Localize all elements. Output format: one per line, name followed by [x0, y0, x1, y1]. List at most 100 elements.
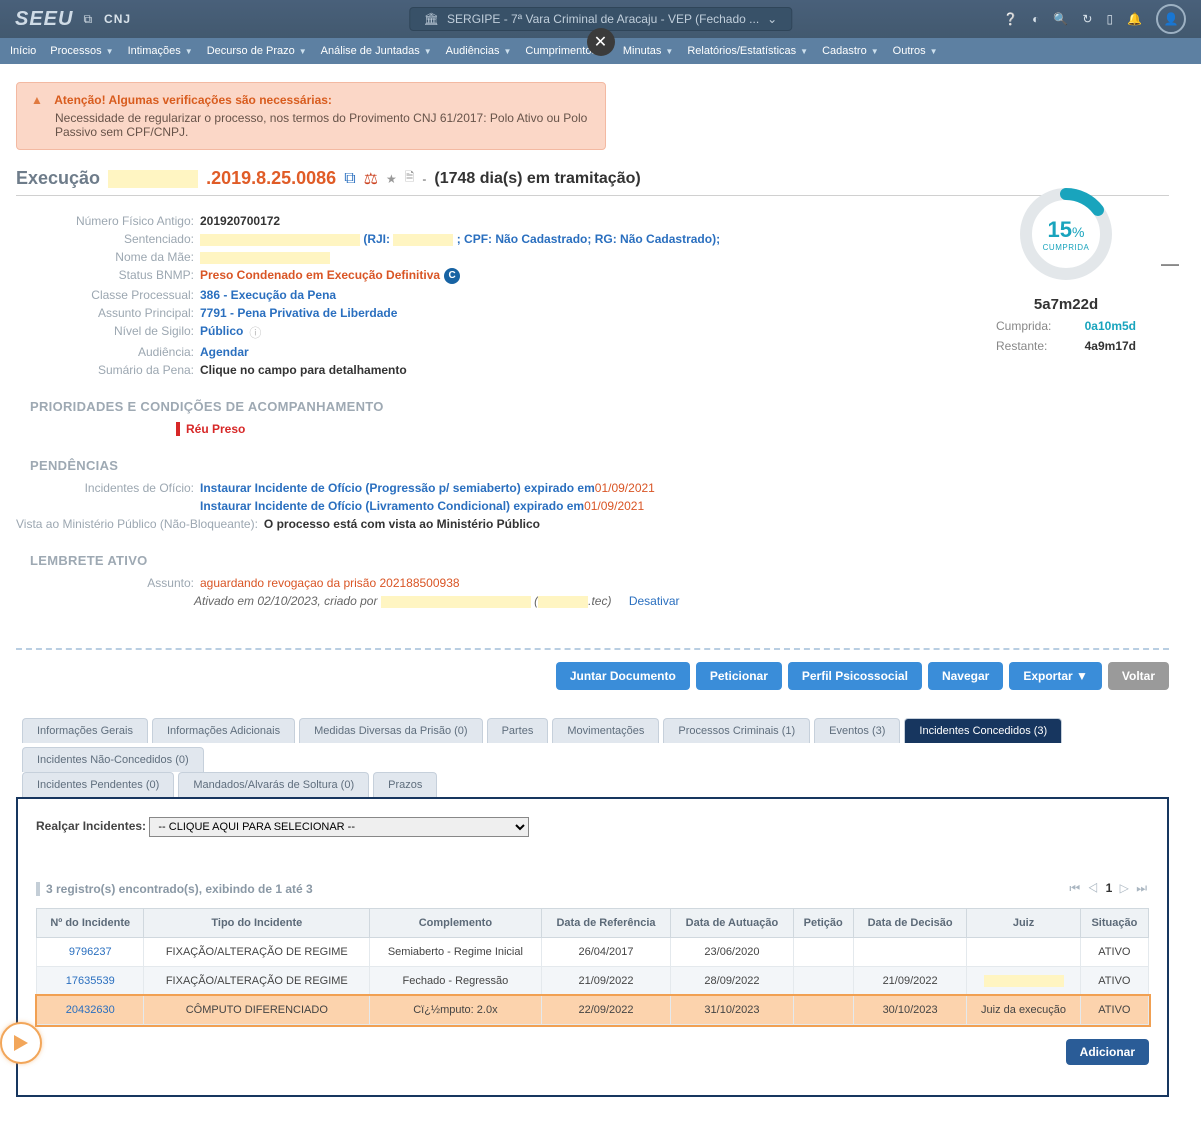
- tab-eventos[interactable]: Eventos (3): [814, 718, 900, 743]
- lbl-audiencia: Audiência:: [16, 345, 194, 359]
- actions-bar: Juntar Documento Peticionar Perfil Psico…: [16, 648, 1169, 690]
- gauge-cumprida-label: Cumprida:: [996, 319, 1051, 333]
- tab-info-gerais[interactable]: Informações Gerais: [22, 718, 148, 743]
- val-assunto[interactable]: 7791 - Pena Privativa de Liberdade: [200, 306, 397, 320]
- menu-cadastro[interactable]: Cadastro▼: [822, 45, 879, 57]
- menu-processos[interactable]: Processos▼: [50, 45, 113, 57]
- menu-minutas[interactable]: Minutas▼: [623, 45, 673, 57]
- menu-intimacoes[interactable]: Intimações▼: [128, 45, 193, 57]
- pager-last[interactable]: ▷ ⏭: [1120, 881, 1149, 895]
- incidentes-panel: Realçar Incidentes: -- CLIQUE AQUI PARA …: [16, 797, 1169, 1097]
- tab-partes[interactable]: Partes: [487, 718, 549, 743]
- alert-title: Atenção! Algumas verificações são necess…: [54, 93, 332, 107]
- tab-incidentes-concedidos[interactable]: Incidentes Concedidos (3): [904, 718, 1062, 743]
- info-icon[interactable]: ⓘ: [249, 324, 261, 341]
- bookmark-icon[interactable]: ▯: [1106, 12, 1113, 26]
- column-header[interactable]: Nº do Incidente: [37, 909, 144, 938]
- column-header[interactable]: Juiz: [967, 909, 1080, 938]
- table-row[interactable]: 17635539FIXAÇÃO/ALTERAÇÃO DE REGIMEFecha…: [37, 967, 1149, 996]
- history-icon[interactable]: ↻: [1082, 12, 1092, 26]
- table-cell: 26/04/2017: [541, 938, 671, 967]
- table-row[interactable]: 20432630CÔMPUTO DIFERENCIADOCï¿½mputo: 2…: [37, 996, 1149, 1025]
- user-icon: 👤: [1164, 12, 1179, 26]
- column-header[interactable]: Data de Referência: [541, 909, 671, 938]
- tab-mandados-alvaras[interactable]: Mandados/Alvarás de Soltura (0): [178, 772, 369, 797]
- menu-audiencias[interactable]: Audiências▼: [446, 45, 512, 57]
- table-cell: [793, 996, 853, 1025]
- btn-navegar[interactable]: Navegar: [928, 662, 1003, 690]
- incidentes-table: Nº do IncidenteTipo do IncidenteCompleme…: [36, 908, 1149, 1025]
- realcar-select[interactable]: -- CLIQUE AQUI PARA SELECIONAR --: [149, 817, 529, 837]
- table-cell: [793, 967, 853, 996]
- column-header[interactable]: Tipo do Incidente: [144, 909, 370, 938]
- tab-movimentacoes[interactable]: Movimentações: [552, 718, 659, 743]
- collapse-toggle[interactable]: —: [1161, 254, 1179, 275]
- section-prioridades: PRIORIDADES E CONDIÇÕES DE ACOMPANHAMENT…: [30, 399, 1169, 414]
- lbl-incidentes-oficio: Incidentes de Ofício:: [16, 481, 194, 495]
- val-sumario[interactable]: Clique no campo para detalhamento: [200, 363, 407, 377]
- tab-incidentes-pendentes[interactable]: Incidentes Pendentes (0): [22, 772, 174, 797]
- link-oficio-1[interactable]: Instaurar Incidente de Ofício (Progressã…: [200, 481, 595, 495]
- star-icon[interactable]: ★: [386, 172, 397, 186]
- gauge-restante-label: Restante:: [996, 339, 1047, 353]
- external-link-icon[interactable]: ⧉: [83, 12, 92, 27]
- column-header[interactable]: Data de Decisão: [853, 909, 966, 938]
- btn-juntar-documento[interactable]: Juntar Documento: [556, 662, 690, 690]
- val-sentenciado[interactable]: (RJI: ; CPF: Não Cadastrado; RG: Não Cad…: [200, 232, 720, 246]
- btn-exportar[interactable]: Exportar ▼: [1009, 662, 1102, 690]
- column-header[interactable]: Situação: [1080, 909, 1148, 938]
- process-days: (1748 dia(s) em tramitação): [434, 170, 640, 188]
- lbl-status: Status BNMP:: [16, 268, 194, 284]
- menu-decurso[interactable]: Decurso de Prazo▼: [207, 45, 307, 57]
- val-sigilo[interactable]: Público: [200, 324, 243, 341]
- btn-voltar[interactable]: Voltar: [1108, 662, 1169, 690]
- link-oficio-2[interactable]: Instaurar Incidente de Ofício (Livrament…: [200, 499, 584, 513]
- attach-icon[interactable]: 🗎: [405, 168, 415, 189]
- column-header[interactable]: Petição: [793, 909, 853, 938]
- table-cell: Juiz da execução: [967, 996, 1080, 1025]
- table-cell: CÔMPUTO DIFERENCIADO: [144, 996, 370, 1025]
- org-selector-label: SERGIPE - 7ª Vara Criminal de Aracaju - …: [447, 12, 759, 26]
- tab-processos-criminais[interactable]: Processos Criminais (1): [663, 718, 810, 743]
- close-overlay-button[interactable]: ✕: [587, 28, 615, 56]
- val-classe[interactable]: 386 - Execução da Pena: [200, 288, 336, 302]
- justice-icon[interactable]: ⚖: [364, 169, 378, 189]
- tab-incidentes-nao-concedidos[interactable]: Incidentes Não-Concedidos (0): [22, 747, 204, 772]
- column-header[interactable]: Complemento: [370, 909, 541, 938]
- pager-first[interactable]: ⏮ ◁: [1069, 881, 1100, 895]
- btn-peticionar[interactable]: Peticionar: [696, 662, 782, 690]
- btn-adicionar[interactable]: Adicionar: [1066, 1039, 1149, 1065]
- val-audiencia[interactable]: Agendar: [200, 345, 249, 359]
- link-desativar[interactable]: Desativar: [629, 594, 680, 608]
- process-number-hidden: [108, 170, 198, 188]
- user-avatar[interactable]: 👤: [1156, 4, 1186, 34]
- column-header[interactable]: Data de Autuação: [671, 909, 793, 938]
- btn-perfil-psicossocial[interactable]: Perfil Psicossocial: [788, 662, 922, 690]
- date-oficio-2: 01/09/2021: [584, 499, 644, 513]
- menu-outros[interactable]: Outros▼: [893, 45, 938, 57]
- menu-analise[interactable]: Análise de Juntadas▼: [321, 45, 432, 57]
- status-badge-icon[interactable]: C: [444, 268, 460, 284]
- tab-info-adicionais[interactable]: Informações Adicionais: [152, 718, 295, 743]
- sentence-gauge: 15% CUMPRIDA 5a7m22d Cumprida:0a10m5d Re…: [986, 184, 1146, 353]
- help-icon[interactable]: ❔: [1003, 12, 1018, 26]
- table-cell: ATIVO: [1080, 967, 1148, 996]
- contrast-icon[interactable]: ◐: [1032, 12, 1039, 26]
- table-cell: 21/09/2022: [541, 967, 671, 996]
- date-oficio-1: 01/09/2021: [595, 481, 655, 495]
- table-cell: 17635539: [37, 967, 144, 996]
- table-cell: Cï¿½mputo: 2.0x: [370, 996, 541, 1025]
- bell-icon[interactable]: 🔔: [1127, 12, 1142, 26]
- menu-relatorios[interactable]: Relatórios/Estatísticas▼: [687, 45, 808, 57]
- copy-icon[interactable]: ⧉: [344, 170, 355, 188]
- tab-prazos[interactable]: Prazos: [373, 772, 437, 797]
- pager-current: 1: [1106, 881, 1115, 895]
- search-icon[interactable]: 🔍: [1053, 12, 1068, 26]
- gauge-total: 5a7m22d: [986, 296, 1146, 313]
- table-row[interactable]: 9796237FIXAÇÃO/ALTERAÇÃO DE REGIMESemiab…: [37, 938, 1149, 967]
- lbl-sentenciado: Sentenciado:: [16, 232, 194, 246]
- menu-inicio[interactable]: Início: [10, 45, 36, 57]
- val-lembrete-assunto: aguardando revogaçao da prisão 202188500…: [200, 576, 460, 590]
- tab-medidas-diversas[interactable]: Medidas Diversas da Prisão (0): [299, 718, 482, 743]
- table-cell: FIXAÇÃO/ALTERAÇÃO DE REGIME: [144, 938, 370, 967]
